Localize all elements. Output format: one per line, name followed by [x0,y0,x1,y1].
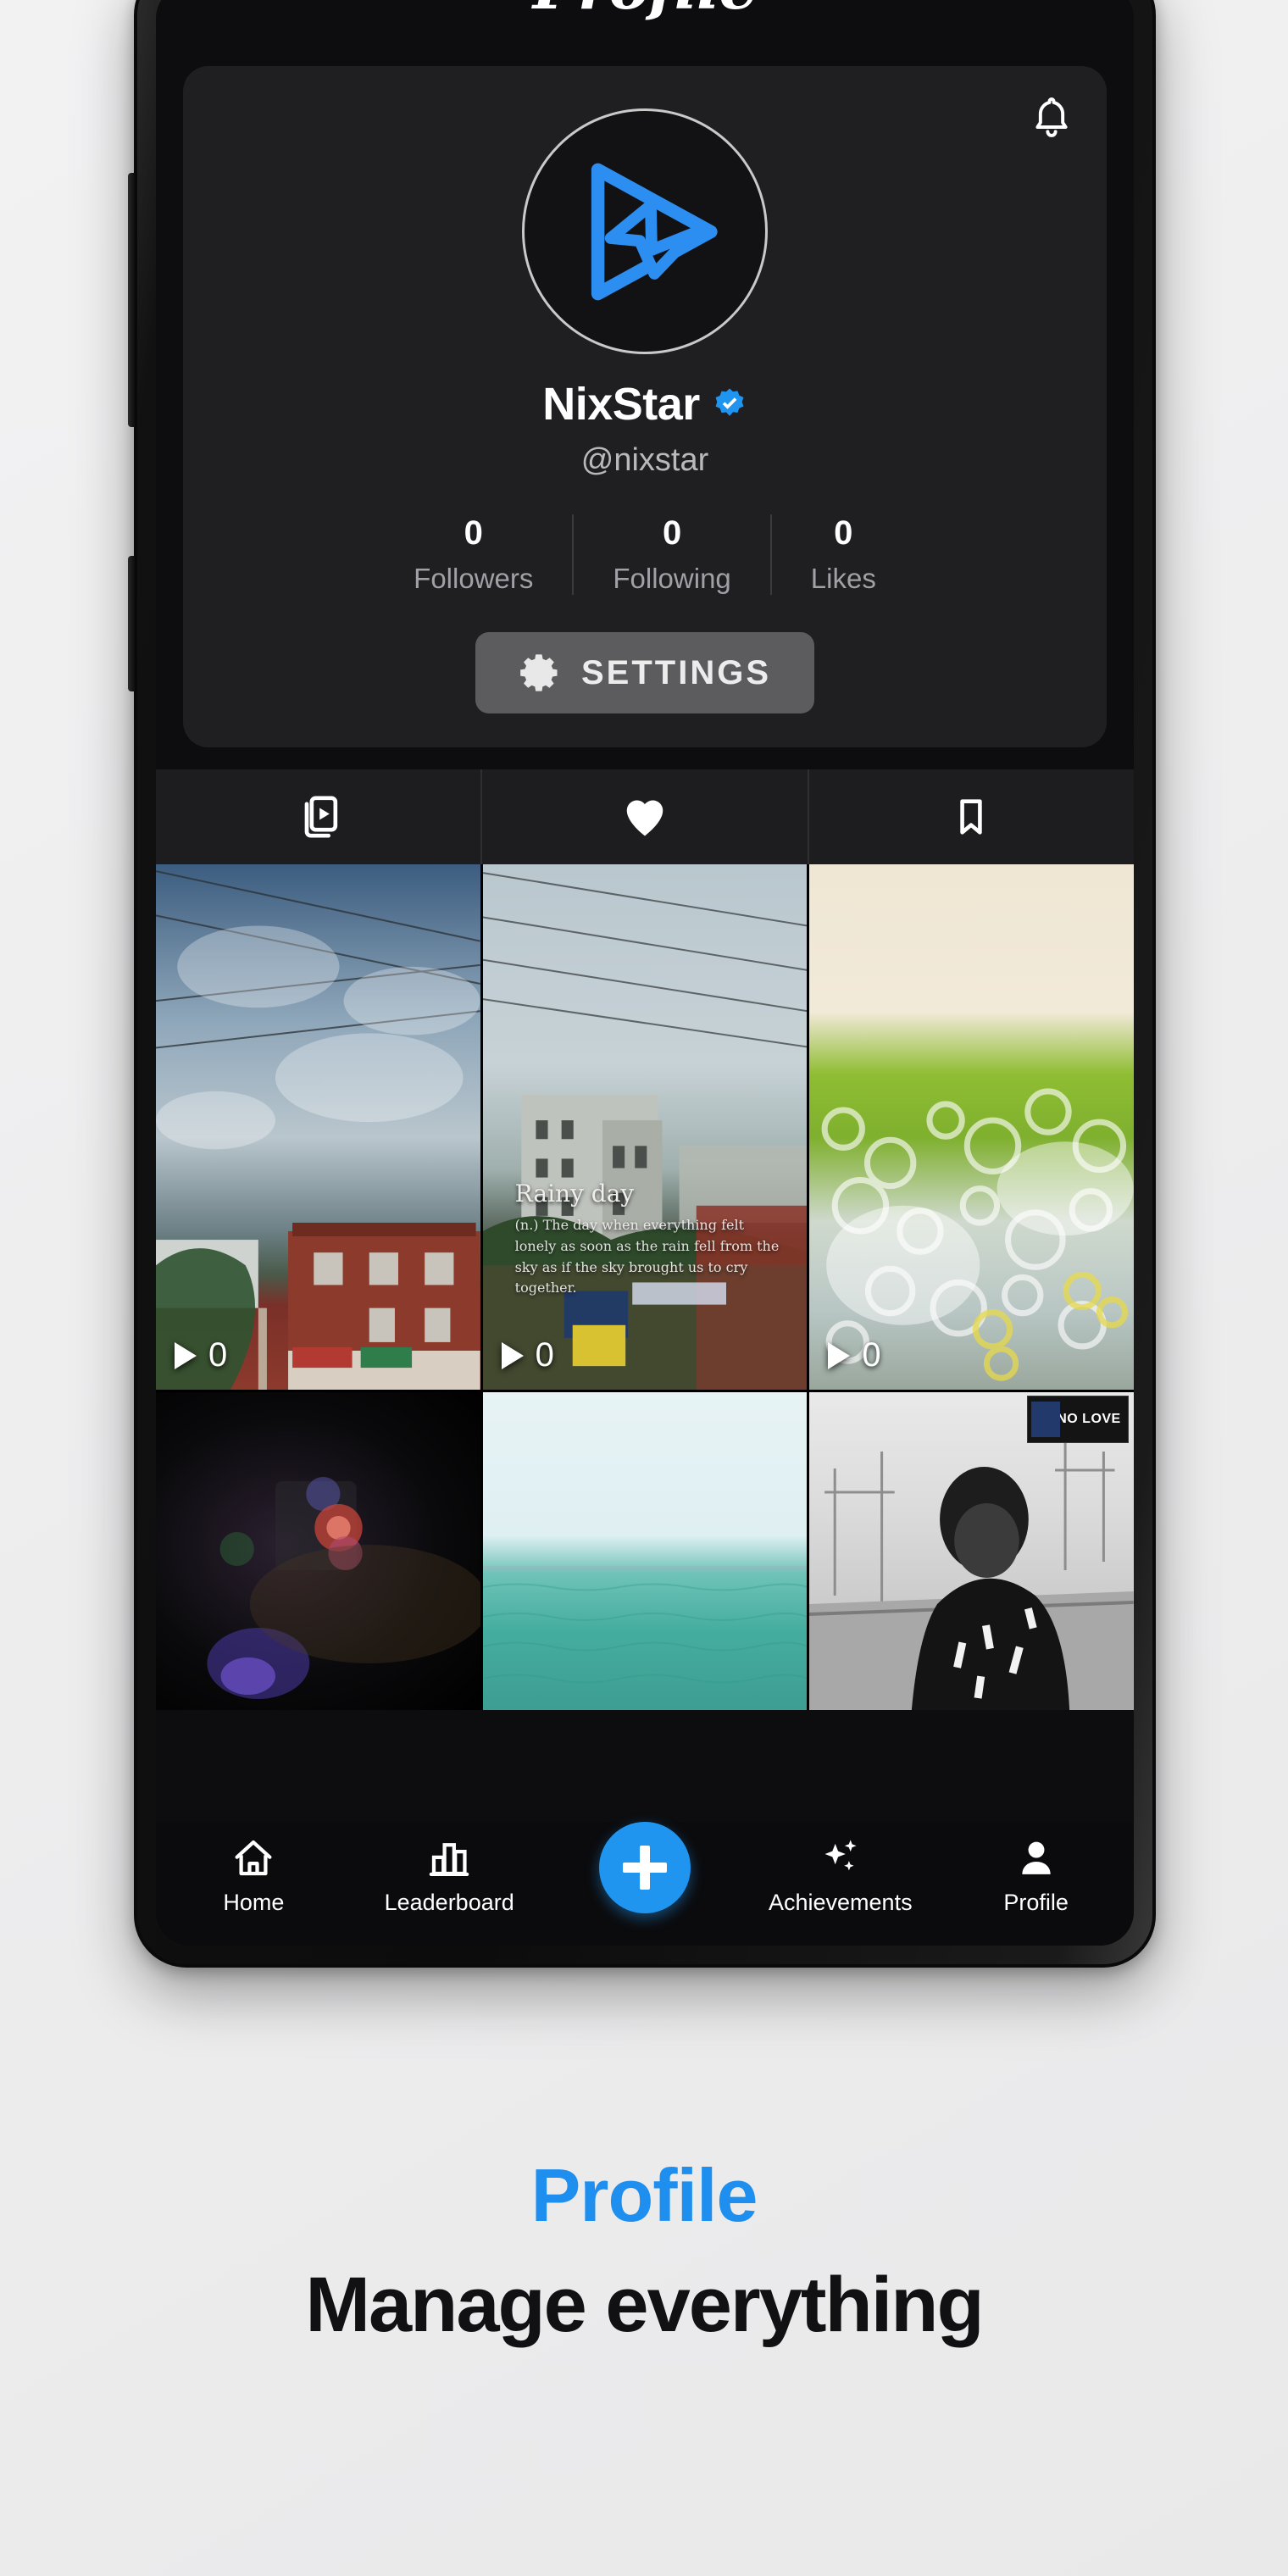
profile-card: NixStar @nixstar 0 Followers 0 Following… [183,66,1107,747]
nav-label: Profile [1003,1890,1069,1915]
caption-title: Profile [530,2153,758,2237]
create-fab-button[interactable] [598,1822,691,1913]
video-thumbnail[interactable] [156,1392,480,1710]
profile-name-row: NixStar [183,378,1107,430]
tab-liked[interactable] [480,769,807,864]
home-icon [235,1840,272,1876]
power-button[interactable] [128,556,136,691]
nav-label: Achievements [768,1890,913,1915]
neon-lights [207,1477,480,1699]
stat-value: 0 [464,514,483,552]
nav-item-profile[interactable]: Profile [952,1835,1121,1916]
nav-item-leaderboard[interactable]: Leaderboard [364,1835,534,1916]
caption-subtitle: Manage everything [305,2262,984,2348]
sparkles-icon [824,1840,857,1871]
play-count-value: 0 [535,1336,554,1374]
video-thumbnail[interactable]: 0 [156,864,480,1390]
nav-item-create[interactable] [560,1822,730,1922]
overlay-title: Rainy day [514,1180,635,1208]
stat-label: Followers [414,563,534,594]
stat-label: Following [613,563,731,594]
phone-screen: Profile NixStar [156,0,1134,1946]
badge-label: NO LOVE [1057,1412,1121,1426]
page-title: Profile [156,0,1134,23]
gear-icon [520,654,558,691]
notifications-button[interactable] [1022,90,1081,149]
settings-button-label: SETTINGS [580,653,772,691]
ocean-waves [482,1566,808,1684]
content-tabs [156,769,1134,864]
video-overlay-caption: Rainy day (n.) The day when everything f… [515,1180,782,1299]
play-triangle-icon [828,1341,851,1369]
overlay-body: (n.) The day when everything felt lonely… [514,1217,780,1296]
stat-likes[interactable]: 0 Likes [769,514,915,595]
video-thumbnail[interactable] [482,1392,808,1710]
decorative-wires [482,872,808,1390]
bookmark-icon [960,799,983,835]
stat-followers[interactable]: 0 Followers [375,514,572,595]
play-count-value: 0 [208,1336,228,1374]
bell-icon [1035,97,1068,137]
nav-item-achievements[interactable]: Achievements [756,1835,925,1916]
badge-thumbnail [1030,1402,1060,1437]
stat-following[interactable]: 0 Following [572,514,769,595]
avatar[interactable] [522,108,768,354]
marketing-caption: Profile Manage everything [0,2152,1288,2350]
video-library-icon [304,796,337,838]
tab-saved[interactable] [807,769,1134,864]
profile-stats: 0 Followers 0 Following 0 Likes [183,514,1107,595]
play-triangle-icon [175,1341,197,1369]
play-triangle-icon [501,1341,524,1369]
no-love-badge: NO LOVE [1026,1396,1129,1443]
tab-videos[interactable] [156,769,480,864]
bokeh-overlay [821,1088,1134,1381]
bottom-navigation: Home Leaderboard Achievements Profile [156,1822,1134,1946]
app-header: Profile [156,0,1134,58]
volume-button[interactable] [128,173,136,427]
nav-item-home[interactable]: Home [169,1835,338,1916]
stat-value: 0 [834,514,853,552]
play-count: 0 [175,1336,227,1374]
play-count: 0 [828,1336,881,1374]
video-grid: 0 Rainy day (n.) The day when everything… [156,864,1134,1710]
bar-chart-icon [429,1843,469,1877]
play-star-logo-icon [591,163,718,300]
play-count: 0 [501,1336,554,1374]
settings-button[interactable]: SETTINGS [475,632,814,713]
heart-filled-icon [626,800,663,836]
video-thumbnail[interactable]: NO LOVE [809,1392,1134,1710]
nav-label: Home [223,1890,285,1915]
person-icon [1021,1841,1051,1874]
stat-value: 0 [662,514,682,552]
video-thumbnail[interactable]: Rainy day (n.) The day when everything f… [482,864,808,1390]
profile-handle: @nixstar [580,442,709,478]
play-count-value: 0 [862,1336,881,1374]
decorative-wires [156,870,480,1390]
verified-badge-icon [715,388,744,416]
plus-icon-vertical [639,1846,650,1890]
stat-label: Likes [810,563,876,594]
nav-label: Leaderboard [384,1890,514,1915]
phone-device-frame: Profile NixStar [128,0,1156,1968]
video-thumbnail[interactable]: 0 [809,864,1134,1390]
display-name: NixStar [542,379,700,430]
